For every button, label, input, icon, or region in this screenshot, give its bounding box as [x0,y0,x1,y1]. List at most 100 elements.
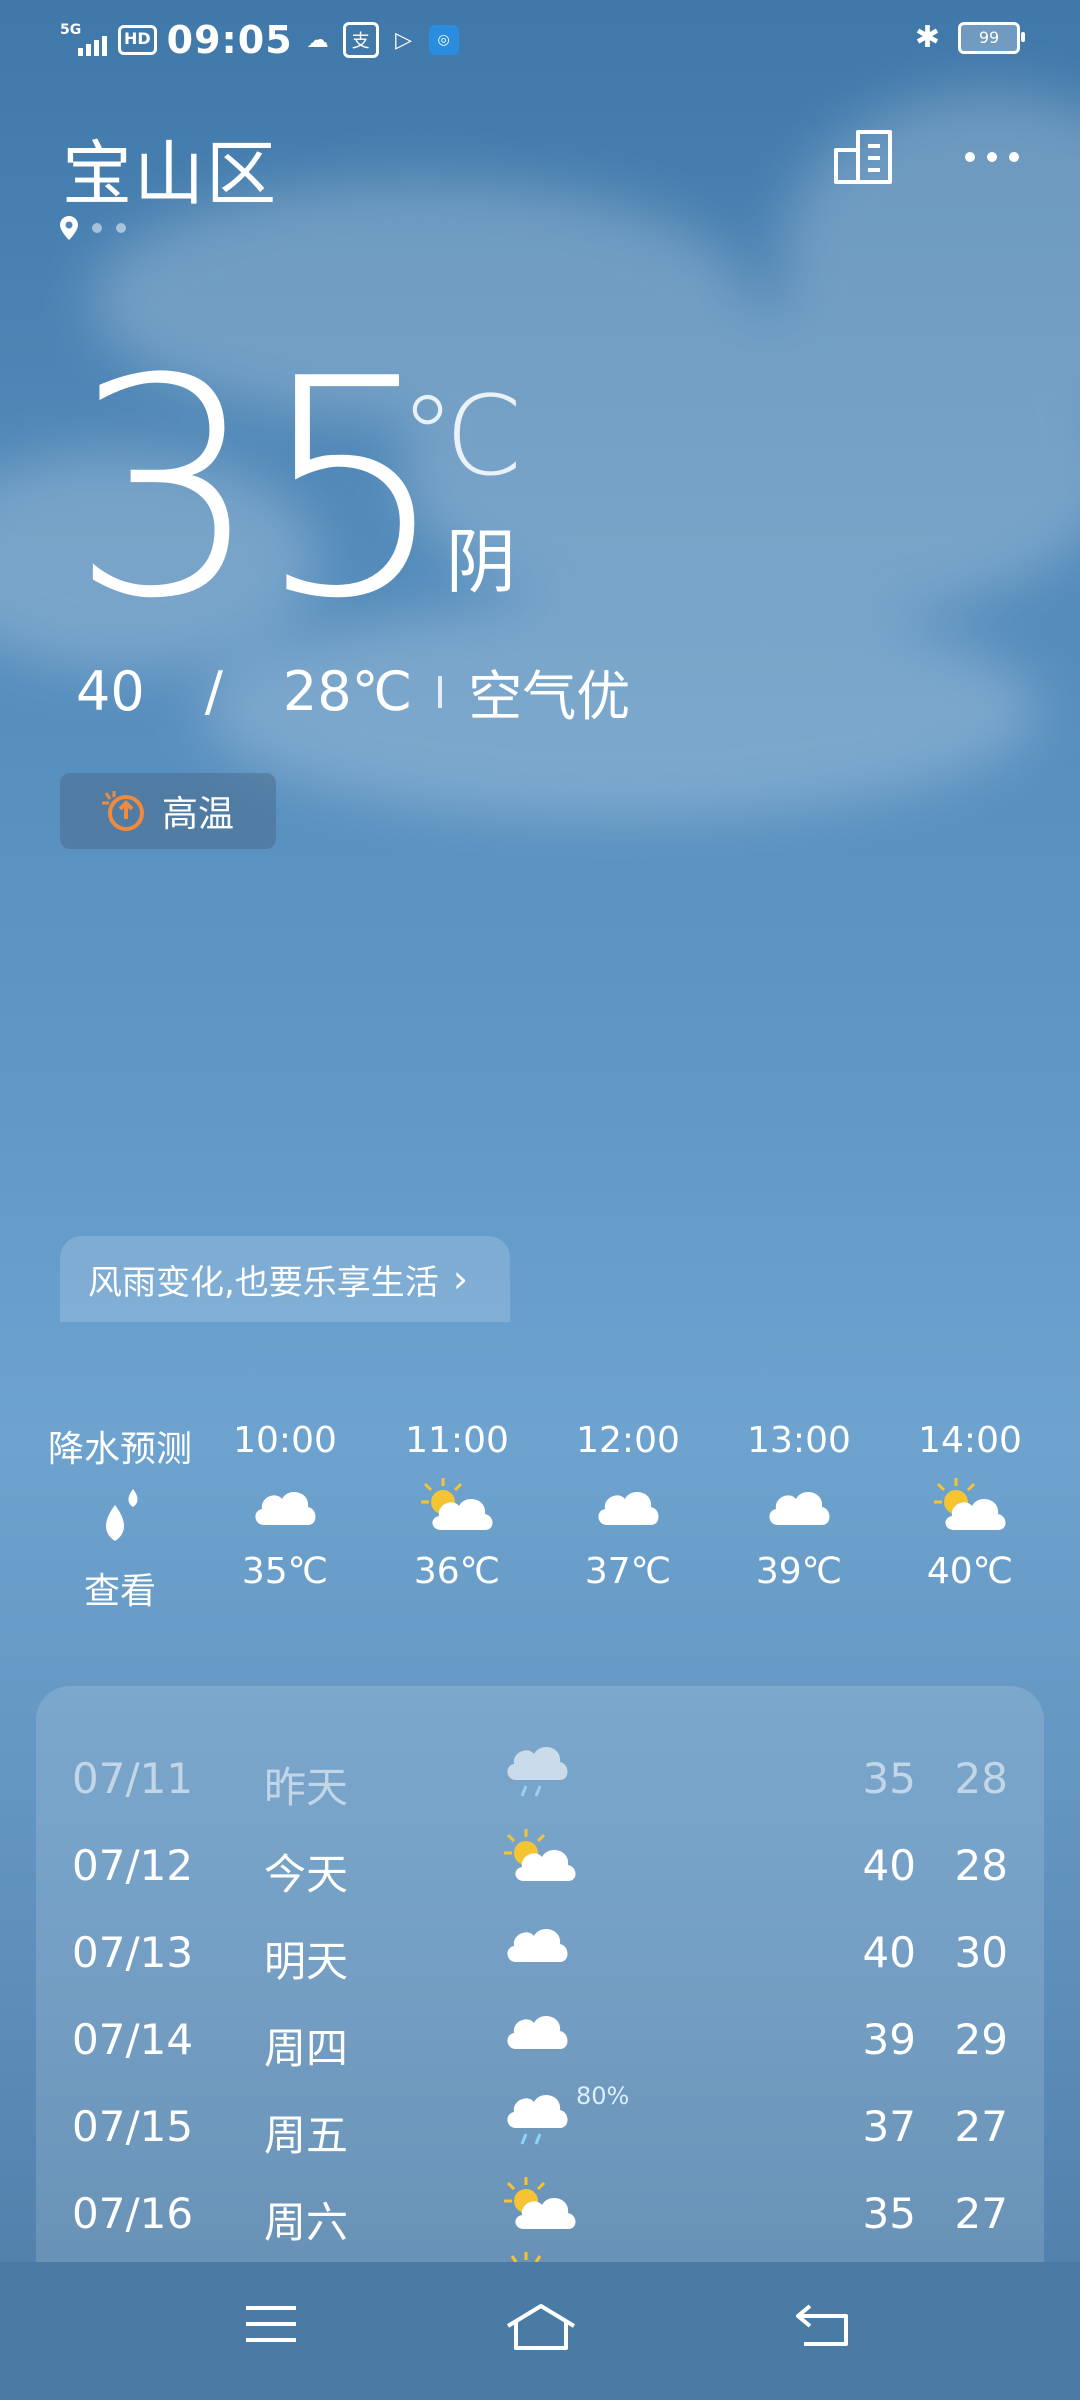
signal-icon: 5G [60,22,108,58]
rain-cloud-icon [507,1747,568,1797]
cloud-icon [507,2016,568,2049]
hour-label: 13:00 [747,1420,851,1461]
day-high: 40 [862,1841,916,1890]
battery-level: 99 [978,28,1000,47]
hour-value: 40℃ [926,1551,1014,1592]
hour-value: 36℃ [413,1551,501,1592]
hour-label: 14:00 [918,1420,1022,1461]
daily-row[interactable]: 07/16 周六 35 27 [36,2169,1044,2256]
status-time: 09:05 [166,18,293,62]
hourly-item: 13:00 39℃ [719,1420,879,1592]
day-high: 40 [862,1928,916,1977]
temperature-unit: ℃ [400,372,524,500]
hd-icon: HD [118,25,157,55]
day-low: 28 [954,1841,1008,1890]
daily-row[interactable]: 07/14 周四 39 29 [36,1995,1044,2082]
bluetooth-icon: ✱ [914,20,940,55]
raindrop-icon [106,1489,138,1541]
hourly-item: 12:00 37℃ [548,1420,708,1592]
high-temperature-alert-icon [102,791,144,831]
rain-cloud-icon [507,2095,568,2145]
day-date: 07/14 [72,2015,194,2064]
hour-value: 37℃ [584,1551,672,1592]
day-name: 今天 [264,1850,349,1899]
hour-value[interactable]: 查看 [40,1562,200,1614]
pager-dot [92,223,102,233]
system-navigation-bar [0,2262,1080,2400]
day-high: 35 [862,2189,916,2238]
day-high: 37 [862,2102,916,2151]
temperature-range: 40 / 28℃ 空气优 [76,652,630,731]
alert-label: 高温 [162,794,235,835]
app-notification-icon: ◎ [428,25,459,55]
status-bar: 5G HD 09:05 ☁ 支 ▷ ◎ ✱ 99 [0,0,1080,80]
back-icon[interactable] [794,2302,850,2348]
battery-icon: 99 [958,21,1025,54]
day-date: 07/11 [72,1754,194,1803]
daily-row[interactable]: 07/12 今天 40 28 [36,1821,1044,1908]
partly-cloudy-icon [504,2177,576,2229]
hour-label: 11:00 [405,1420,509,1461]
current-temperature: 35 [70,315,448,664]
day-low: 28 [954,1754,1008,1803]
cloud-icon [255,1492,316,1525]
day-date: 07/13 [72,1928,194,1977]
low-temp: 28℃ [282,660,413,723]
day-date: 07/15 [72,2102,194,2151]
location-pin-icon [60,216,78,240]
pager-dot [116,223,126,233]
precipitation-chance: 80% [576,2082,630,2110]
daily-row[interactable]: 07/15 周五 80% 37 27 [36,2082,1044,2169]
day-name: 昨天 [264,1763,349,1812]
partly-cloudy-icon [934,1478,1006,1530]
hour-label: 12:00 [576,1420,680,1461]
hour-label: 降水预测 [47,1429,192,1470]
city-pager [60,216,126,240]
day-low: 30 [954,1928,1008,1977]
home-icon[interactable] [504,2302,578,2352]
day-name: 周六 [264,2198,349,2247]
day-date: 07/16 [72,2189,194,2238]
air-quality[interactable]: 空气优 [468,652,630,731]
current-condition: 阴 [446,521,516,603]
hour-label: 10:00 [233,1420,337,1461]
daily-row[interactable]: 07/11 昨天 35 28 [36,1734,1044,1821]
partly-cloudy-icon [504,1829,576,1881]
day-low: 29 [954,2015,1008,2064]
play-notification-icon: ▷ [395,27,413,53]
menu-icon[interactable] [244,2302,298,2346]
hourly-item: 10:00 35℃ [205,1420,365,1592]
day-name: 周五 [264,2111,349,2160]
range-separator: / [204,660,223,723]
chevron-right-icon: › [452,1257,469,1301]
high-temp: 40 [76,660,145,723]
day-date: 07/12 [72,1841,194,1890]
alipay-notification-icon: 支 [342,22,379,58]
hour-value: 39℃ [755,1551,843,1592]
day-high: 35 [862,1754,916,1803]
hourly-item[interactable]: 降水预测 查看 [40,1420,200,1614]
hourly-item: 14:00 40℃ [890,1420,1050,1592]
banner-text: 风雨变化,也要乐享生活 [88,1262,439,1303]
cloud-notification-icon: ☁ [306,27,329,53]
daily-forecast-card[interactable]: 07/11 昨天 35 28 07/12 今天 40 28 07/13 明天 4… [36,1686,1044,2266]
divider [438,675,443,708]
hourly-item: 11:00 36℃ [377,1420,537,1592]
daily-row[interactable]: 07/13 明天 40 30 [36,1908,1044,1995]
day-low: 27 [954,2102,1008,2151]
partly-cloudy-icon [421,1478,493,1530]
cloud-icon [598,1492,659,1525]
promo-banner[interactable]: 风雨变化,也要乐享生活 › [60,1236,510,1322]
city-manage-icon[interactable] [832,128,894,186]
more-options-icon[interactable] [964,151,1020,163]
day-low: 27 [954,2189,1008,2238]
weather-alert-chip[interactable]: 高温 [60,773,276,849]
city-name[interactable]: 宝山区 [62,118,278,219]
day-name: 明天 [264,1937,349,1986]
day-name: 周四 [264,2024,349,2073]
hour-value: 35℃ [241,1551,329,1592]
cloud-icon [507,1929,568,1962]
hourly-forecast[interactable]: 降水预测 查看 10:00 35℃ 11:00 36℃ 12:00 37℃ 13… [40,1420,1080,1620]
cloud-icon [769,1492,830,1525]
day-high: 39 [862,2015,916,2064]
